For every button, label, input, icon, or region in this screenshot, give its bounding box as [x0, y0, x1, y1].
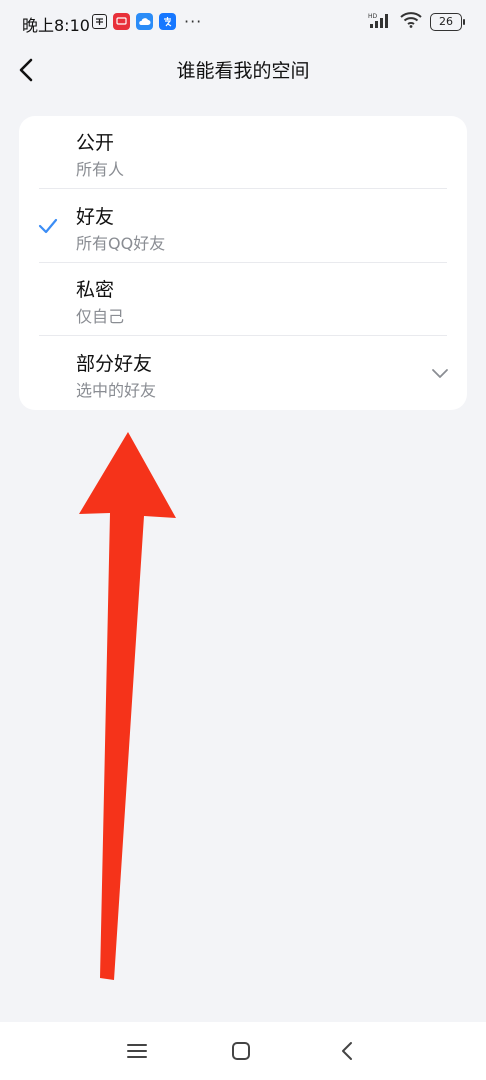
- back-icon[interactable]: [332, 1036, 362, 1066]
- menu-icon[interactable]: [122, 1036, 152, 1066]
- home-icon[interactable]: [226, 1036, 256, 1066]
- system-nav-bar: [0, 1022, 486, 1080]
- annotation-arrow: [79, 432, 176, 980]
